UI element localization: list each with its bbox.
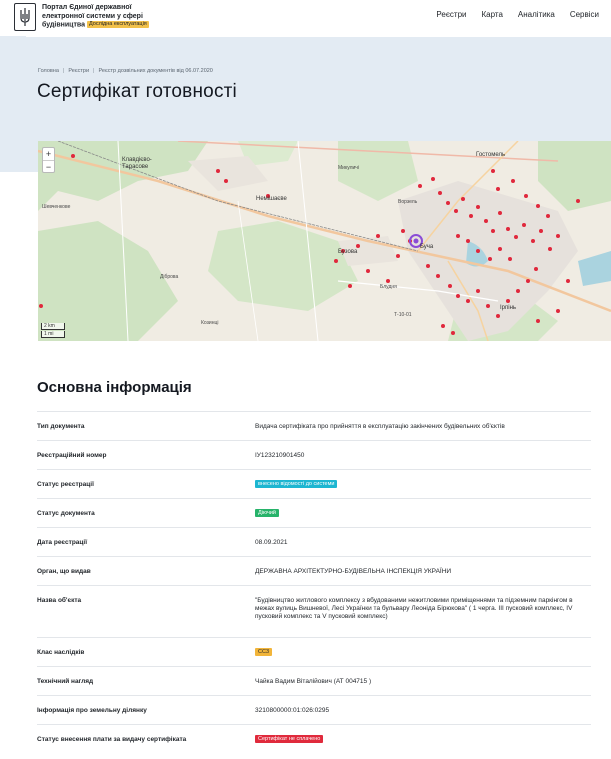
zoom-in-button[interactable]: + <box>43 148 54 160</box>
row-value: Чайка Вадим Віталійович (АТ 004715 ) <box>255 678 372 685</box>
row-label: Орган, що видав <box>37 568 91 575</box>
table-row: Статус реєстрації внесено відомості до с… <box>37 469 591 498</box>
brand-line-1: Портал Єдиної державної <box>42 4 132 11</box>
table-row: Дата реєстрації 08.09.2021 <box>37 527 591 556</box>
row-label: Клас наслідків <box>37 649 85 656</box>
brand-line-3: будівництва <box>42 21 86 29</box>
beta-badge: Дослідна експлуатація <box>86 21 149 28</box>
row-value: 08.09.2021 <box>255 539 288 546</box>
map-label: Тарасове <box>122 164 149 170</box>
row-label: Реєстраційний номер <box>37 452 107 459</box>
map-label: Микуличі <box>338 165 360 171</box>
map-label: Блудня <box>380 284 397 290</box>
map-label: Козинці <box>201 320 219 326</box>
map-tiles <box>38 141 611 341</box>
map-label: Бузова <box>338 249 358 255</box>
nav-analytics[interactable]: Аналітика <box>518 10 555 19</box>
nav-services[interactable]: Сервіси <box>570 10 599 19</box>
table-row: Статус документа Діючий <box>37 498 591 527</box>
row-value: 3210800000:01:026:0295 <box>255 707 330 714</box>
row-label: Технічний нагляд <box>37 678 94 685</box>
zoom-out-button[interactable]: − <box>43 160 54 172</box>
banner-left-strip <box>0 36 26 172</box>
row-label: Статус внесення плати за видачу сертифік… <box>37 736 187 743</box>
breadcrumb-home[interactable]: Головна <box>38 68 59 74</box>
map-label: Клавдієво- <box>122 157 152 163</box>
location-map[interactable]: + − Клавдієво- Тарасове Немішаєве Гостом… <box>38 141 611 341</box>
nav-registries[interactable]: Реєстри <box>436 10 466 19</box>
consequence-class-badge: СС3 <box>255 648 273 656</box>
breadcrumb-separator: | <box>62 68 65 74</box>
row-value: "Будівництво житлового комплексу з вбудо… <box>255 597 573 620</box>
table-row: Клас наслідків СС3 <box>37 637 591 666</box>
row-label: Статус документа <box>37 510 95 517</box>
document-status-badge: Діючий <box>255 509 279 517</box>
map-label: Ірпінь <box>500 305 517 311</box>
main-nav: Реєстри Карта Аналітика Сервіси <box>421 10 599 19</box>
row-value: внесено відомості до системи <box>255 480 585 488</box>
row-value: ІУ123210901450 <box>255 452 305 459</box>
row-value: ДЕРЖАВНА АРХІТЕКТУРНО-БУДІВЕЛЬНА ІНСПЕКЦ… <box>255 568 452 575</box>
info-table: Тип документа Видача сертифіката про при… <box>37 411 591 753</box>
map-label: Т-10-01 <box>394 312 412 318</box>
row-label: Назва об'єкта <box>37 597 82 604</box>
map-label: Ворзель <box>398 199 418 205</box>
map-label: Гостомель <box>476 152 506 158</box>
table-row: Тип документа Видача сертифіката про при… <box>37 411 591 440</box>
brand-line-2: електронної системи у сфері <box>42 12 143 20</box>
table-row: Назва об'єкта "Будівництво житлового ком… <box>37 585 591 637</box>
table-row: Інформація про земельну ділянку 32108000… <box>37 695 591 724</box>
row-label: Тип документа <box>37 423 85 430</box>
site-header: Портал Єдиної державної електронної сист… <box>0 0 611 36</box>
breadcrumb-separator: | <box>93 68 95 74</box>
table-row: Технічний нагляд Чайка Вадим Віталійович… <box>37 666 591 695</box>
row-label: Статус реєстрації <box>37 481 94 488</box>
portal-brand[interactable]: Портал Єдиної державної електронної сист… <box>42 4 182 30</box>
page-title: Сертифікат готовності <box>37 81 237 102</box>
section-title: Основна інформація <box>37 379 192 396</box>
breadcrumb-current[interactable]: Реєстр дозвільних документів від 06.07.2… <box>98 68 212 74</box>
row-value: Видача сертифіката про прийняття в експл… <box>255 423 505 430</box>
payment-status-badge: Сертифікат не сплачено <box>255 735 324 743</box>
row-value: СС3 <box>255 648 585 656</box>
scale-mi: 1 mi <box>41 331 65 338</box>
breadcrumb-registries[interactable]: Реєстри <box>68 68 89 74</box>
row-value: Сертифікат не сплачено <box>255 735 585 743</box>
map-zoom-control: + − <box>42 147 55 173</box>
breadcrumb: Головна | Реєстри | Реєстр дозвільних до… <box>38 68 213 74</box>
row-value: Діючий <box>255 509 585 517</box>
nav-map[interactable]: Карта <box>482 10 503 19</box>
table-row: Реєстраційний номер ІУ123210901450 <box>37 440 591 469</box>
map-label: Діброва <box>160 274 179 280</box>
map-scale: 2 km 1 mi <box>41 322 65 338</box>
row-label: Дата реєстрації <box>37 539 88 546</box>
table-row: Орган, що видав ДЕРЖАВНА АРХІТЕКТУРНО-БУ… <box>37 556 591 585</box>
registration-status-badge: внесено відомості до системи <box>255 480 338 488</box>
table-row: Статус внесення плати за видачу сертифік… <box>37 724 591 753</box>
map-label: Буча <box>420 244 434 250</box>
map-label: Немішаєве <box>256 196 287 202</box>
trident-logo-icon[interactable] <box>14 3 36 31</box>
map-label: Шевченкове <box>42 204 71 210</box>
scale-km: 2 km <box>41 323 65 330</box>
row-label: Інформація про земельну ділянку <box>37 707 147 714</box>
